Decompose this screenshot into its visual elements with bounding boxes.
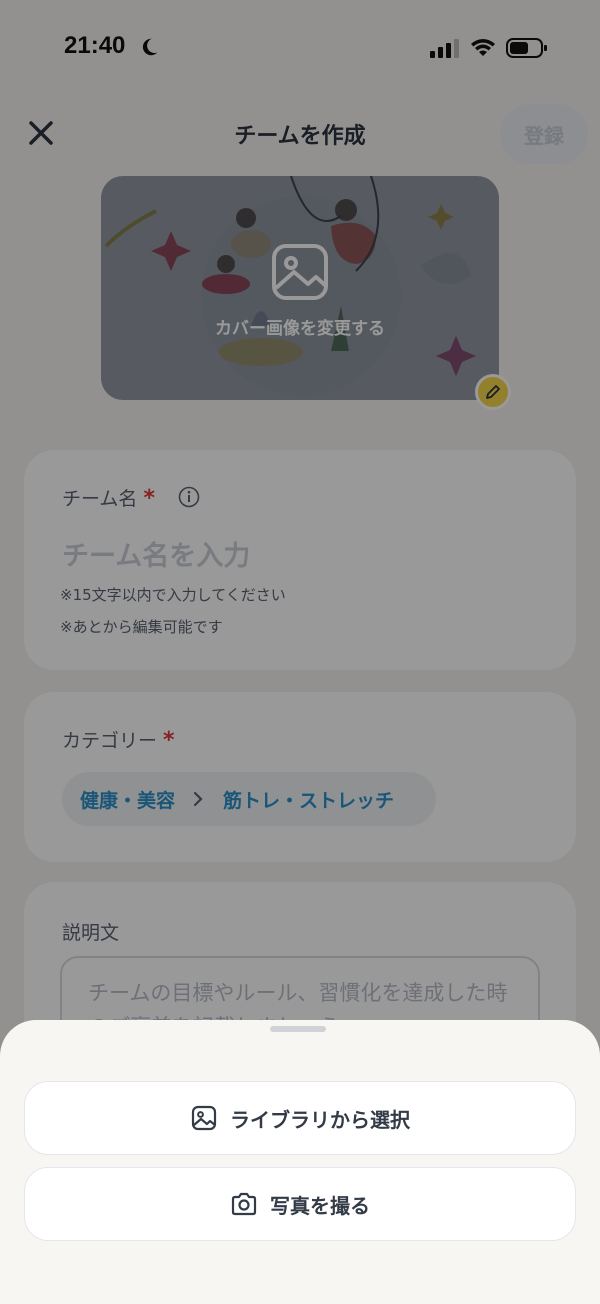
photo-source-sheet: ライブラリから選択 写真を撮る	[0, 1020, 600, 1304]
choose-from-library-button[interactable]: ライブラリから選択	[24, 1081, 576, 1155]
take-photo-button[interactable]: 写真を撮る	[24, 1167, 576, 1241]
camera-label: 写真を撮る	[270, 1193, 370, 1218]
camera-icon	[231, 1192, 257, 1216]
library-label: ライブラリから選択	[230, 1107, 410, 1132]
sheet-grabber[interactable]	[270, 1026, 326, 1032]
image-icon	[191, 1105, 217, 1131]
